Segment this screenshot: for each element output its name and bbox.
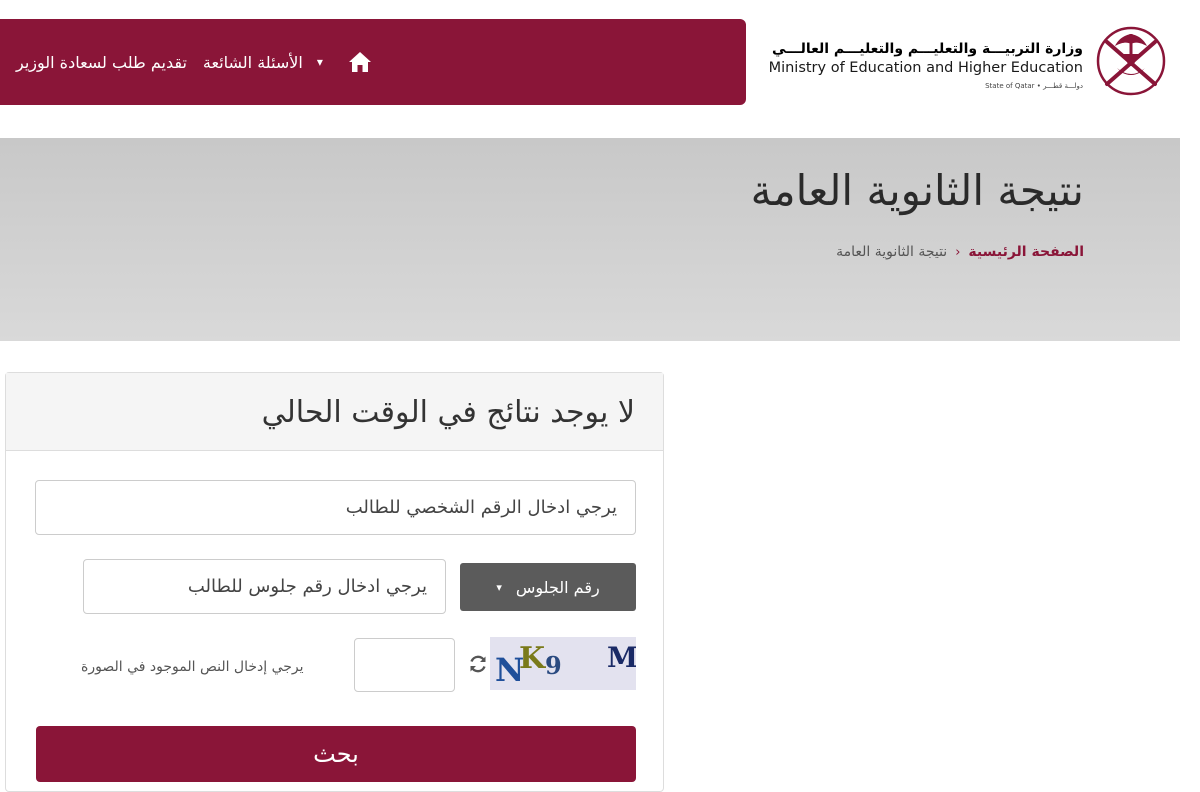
captcha-char: K xyxy=(519,641,546,676)
page-banner: نتيجة الثانوية العامة الصفحة الرئيسية ‹ … xyxy=(0,138,1180,341)
breadcrumb: الصفحة الرئيسية ‹ نتيجة الثانوية العامة xyxy=(836,244,1084,260)
logo-arabic-text: وزارة التربيـــة والتعليـــم والتعليـــم… xyxy=(772,41,1083,57)
seat-number-dropdown[interactable]: رقم الجلوس ▾ xyxy=(460,563,636,611)
breadcrumb-home-link[interactable]: الصفحة الرئيسية xyxy=(968,244,1084,260)
seat-number-placeholder: يرجي ادخال رقم جلوس للطالب xyxy=(187,576,427,597)
student-id-placeholder: يرجي ادخال الرقم الشخصي للطالب xyxy=(345,497,617,518)
nav-link-minister-request[interactable]: تقديم طلب لسعادة الوزير xyxy=(16,53,187,72)
logo-english-text: Ministry of Education and Higher Educati… xyxy=(768,60,1083,76)
captcha-hint: يرجي إدخال النص الموجود في الصورة xyxy=(81,659,304,675)
captcha-image: N K 9 M xyxy=(490,637,636,690)
search-button[interactable]: بحث xyxy=(36,726,636,782)
dropdown-label: رقم الجلوس xyxy=(515,577,600,597)
student-id-input[interactable]: يرجي ادخال الرقم الشخصي للطالب xyxy=(35,480,636,535)
nav-link-faq[interactable]: الأسئلة الشائعة xyxy=(203,53,303,72)
home-icon[interactable] xyxy=(347,49,373,75)
refresh-icon[interactable] xyxy=(467,653,489,675)
breadcrumb-current: نتيجة الثانوية العامة xyxy=(836,244,948,260)
captcha-input[interactable] xyxy=(354,638,455,692)
chevron-left-icon: ‹ xyxy=(955,244,961,260)
captcha-char: 9 xyxy=(545,651,562,680)
qatar-emblem-icon xyxy=(1093,24,1169,98)
top-nav-bar: ▾ الأسئلة الشائعة تقديم طلب لسعادة الوزي… xyxy=(0,19,746,105)
seat-number-input[interactable]: يرجي ادخال رقم جلوس للطالب xyxy=(83,559,446,614)
logo-state-text: State of Qatar • دولـــة قطـــر xyxy=(985,82,1083,90)
ministry-logo[interactable]: وزارة التربيـــة والتعليـــم والتعليـــم… xyxy=(769,22,1169,100)
chevron-down-icon[interactable]: ▾ xyxy=(317,55,323,69)
results-card: لا يوجد نتائج في الوقت الحالي يرجي ادخال… xyxy=(5,372,664,792)
page-title: نتيجة الثانوية العامة xyxy=(750,166,1084,215)
chevron-down-icon: ▾ xyxy=(496,580,502,594)
card-title: لا يوجد نتائج في الوقت الحالي xyxy=(261,395,635,430)
card-header: لا يوجد نتائج في الوقت الحالي xyxy=(6,373,663,451)
captcha-char: M xyxy=(607,641,636,674)
